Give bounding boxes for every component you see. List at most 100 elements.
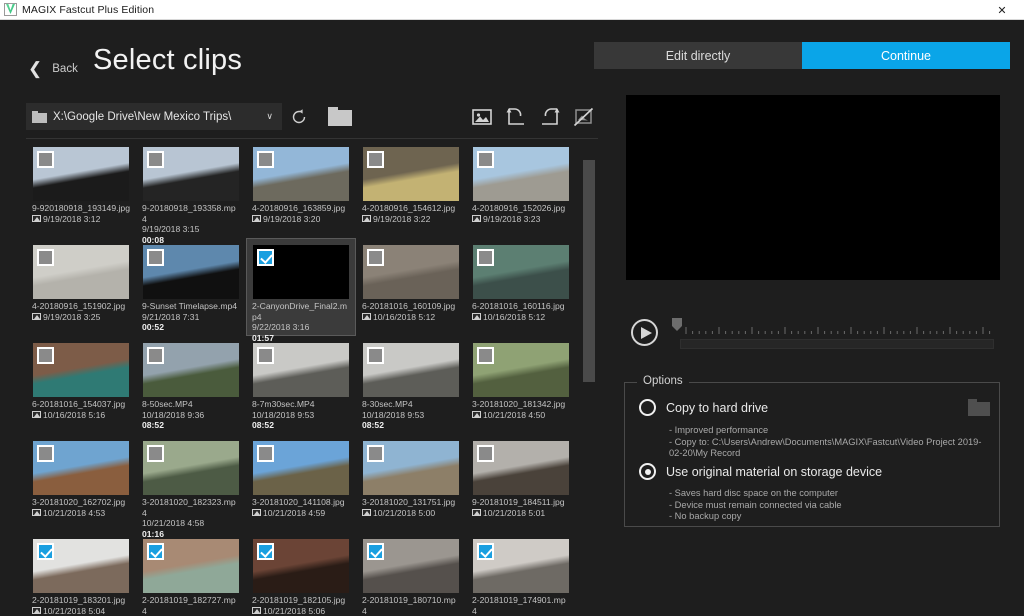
clip-thumbnail[interactable] (143, 441, 239, 495)
clip-thumbnail[interactable] (473, 147, 569, 201)
clip-card[interactable]: 4-20180916_151902.jpg 9/19/2018 3:25 (26, 238, 136, 336)
scrub-track[interactable] (680, 339, 994, 349)
clip-card[interactable]: 6-20181016_160116.jpg 10/16/2018 5:12 (466, 238, 576, 336)
clip-checkbox[interactable] (257, 543, 274, 560)
folder-path-field[interactable]: X:\Google Drive\New Mexico Trips\ ∨ (26, 103, 282, 130)
clip-card[interactable]: 3-20181020_182323.mp4 10/21/2018 4:58 01:1… (136, 434, 246, 539)
clip-thumbnail[interactable] (143, 147, 239, 201)
option-copy-to-hard-drive[interactable]: Copy to hard drive (639, 399, 768, 416)
clip-checkbox[interactable] (477, 151, 494, 168)
play-icon[interactable] (631, 319, 658, 346)
clip-thumbnail[interactable] (33, 539, 129, 593)
timeline-ruler[interactable] (684, 322, 994, 334)
clip-checkbox[interactable] (367, 445, 384, 462)
clip-thumbnail[interactable] (363, 147, 459, 201)
clip-thumbnail[interactable] (33, 245, 129, 299)
clip-thumbnail[interactable] (363, 441, 459, 495)
clip-grid-scrollbar-thumb[interactable] (583, 160, 595, 382)
clip-checkbox[interactable] (147, 347, 164, 364)
clip-card[interactable]: 2-20181019_182105.jpg 10/21/2018 5:06 (246, 532, 356, 616)
clip-card[interactable]: 8-50sec.MP4 10/18/2018 9:36 08:52 (136, 336, 246, 434)
clip-card[interactable]: 2-CanyonDrive_Final2.mp4 9/22/2018 3:16 01… (246, 238, 356, 343)
clip-thumbnail[interactable] (253, 441, 349, 495)
clip-thumbnail[interactable] (473, 441, 569, 495)
video-preview[interactable] (626, 95, 1000, 280)
clip-checkbox[interactable] (37, 249, 54, 266)
clip-thumbnail[interactable] (473, 343, 569, 397)
clip-checkbox[interactable] (147, 543, 164, 560)
clip-checkbox[interactable] (147, 151, 164, 168)
clip-card[interactable]: 6-20181016_154037.jpg 10/16/2018 5:16 (26, 336, 136, 434)
clip-thumbnail[interactable] (143, 343, 239, 397)
clip-checkbox[interactable] (477, 249, 494, 266)
clip-thumbnail[interactable] (473, 245, 569, 299)
refresh-icon[interactable] (288, 106, 310, 128)
clip-card[interactable]: 2-20181019_174901.mp410/21/2018 5:12 (466, 532, 576, 616)
clip-card[interactable]: 9-Sunset Timelapse.mp4 9/21/2018 7:31 00:5… (136, 238, 246, 336)
clip-checkbox[interactable] (477, 543, 494, 560)
clip-card[interactable]: 3-20181020_162702.jpg 10/21/2018 4:53 (26, 434, 136, 532)
clip-card[interactable]: 9-920180918_193149.jpg 9/19/2018 3:12 (26, 140, 136, 238)
clip-card[interactable]: 2-20181019_183201.jpg 10/21/2018 5:04 (26, 532, 136, 616)
clip-checkbox[interactable] (37, 347, 54, 364)
clip-thumbnail[interactable] (253, 539, 349, 593)
clip-card[interactable]: 3-20181020_141108.jpg 10/21/2018 4:59 (246, 434, 356, 532)
clip-checkbox[interactable] (367, 249, 384, 266)
clip-thumbnail[interactable] (33, 147, 129, 201)
clip-grid-scrollbar[interactable] (583, 156, 595, 556)
playhead-marker[interactable] (672, 318, 682, 331)
clip-checkbox[interactable] (477, 445, 494, 462)
clip-checkbox[interactable] (477, 347, 494, 364)
clip-checkbox[interactable] (257, 249, 274, 266)
new-folder-icon[interactable] (326, 105, 354, 129)
clip-card[interactable]: 4-20180916_154612.jpg 9/19/2018 3:22 (356, 140, 466, 238)
clip-checkbox[interactable] (257, 347, 274, 364)
clip-checkbox[interactable] (37, 543, 54, 560)
clip-checkbox[interactable] (257, 445, 274, 462)
clip-card[interactable]: 2-20181019_180710.mp410/21/2018 5:10 (356, 532, 466, 616)
clip-card[interactable]: 2-20181019_182727.mp410/21/2018 5:04 (136, 532, 246, 616)
clip-thumbnail[interactable] (143, 539, 239, 593)
clip-checkbox[interactable] (37, 445, 54, 462)
radio-copy-to-hard-drive[interactable] (639, 399, 656, 416)
clip-checkbox[interactable] (147, 249, 164, 266)
clip-card[interactable]: 3-20181020_131751.jpg 10/21/2018 5:00 (356, 434, 466, 532)
clip-checkbox[interactable] (257, 151, 274, 168)
option-use-original-material[interactable]: Use original material on storage device (639, 463, 882, 480)
clip-thumbnail[interactable] (33, 441, 129, 495)
clip-thumbnail[interactable] (473, 539, 569, 593)
clip-checkbox[interactable] (367, 543, 384, 560)
clip-card[interactable]: 9-20180918_193358.mp4 9/19/2018 3:15 00:08 (136, 140, 246, 245)
rotate-right-icon[interactable] (538, 105, 562, 129)
rotate-left-icon[interactable] (504, 105, 528, 129)
clip-card[interactable]: 3-20181020_181342.jpg 10/21/2018 4:50 (466, 336, 576, 434)
clip-thumbnail[interactable] (253, 245, 349, 299)
clip-checkbox[interactable] (37, 151, 54, 168)
choose-destination-folder-icon[interactable] (968, 399, 990, 416)
clip-card[interactable]: 8-7m30sec.MP4 10/18/2018 9:53 08:52 (246, 336, 356, 434)
clip-thumbnail[interactable] (363, 245, 459, 299)
radio-use-original-material[interactable] (639, 463, 656, 480)
clip-checkbox[interactable] (147, 445, 164, 462)
show-images-icon[interactable] (470, 105, 494, 129)
clip-checkbox[interactable] (367, 347, 384, 364)
clip-card[interactable]: 4-20180916_163859.jpg 9/19/2018 3:20 (246, 140, 356, 238)
clip-card[interactable]: 9-20181019_184511.jpg 10/21/2018 5:01 (466, 434, 576, 532)
clip-thumbnail[interactable] (253, 147, 349, 201)
edit-directly-button[interactable]: Edit directly (594, 42, 802, 69)
hide-images-icon[interactable] (572, 105, 596, 129)
clip-thumbnail[interactable] (363, 539, 459, 593)
clip-thumbnail[interactable] (363, 343, 459, 397)
clip-card[interactable]: 4-20180916_152026.jpg 9/19/2018 3:23 (466, 140, 576, 238)
clip-card[interactable]: 6-20181016_160109.jpg 10/16/2018 5:12 (356, 238, 466, 336)
clip-thumbnail[interactable] (253, 343, 349, 397)
close-icon[interactable]: ✕ (980, 0, 1024, 20)
continue-button[interactable]: Continue (802, 42, 1010, 69)
clip-card[interactable]: 8-30sec.MP4 10/18/2018 9:53 08:52 (356, 336, 466, 434)
back-button[interactable]: ❮ Back (28, 60, 78, 77)
clip-thumbnail[interactable] (33, 343, 129, 397)
clip-metadata: 2-20181019_182727.mp410/21/2018 5:04 (140, 593, 242, 616)
chevron-down-icon[interactable]: ∨ (263, 111, 276, 122)
clip-checkbox[interactable] (367, 151, 384, 168)
clip-thumbnail[interactable] (143, 245, 239, 299)
